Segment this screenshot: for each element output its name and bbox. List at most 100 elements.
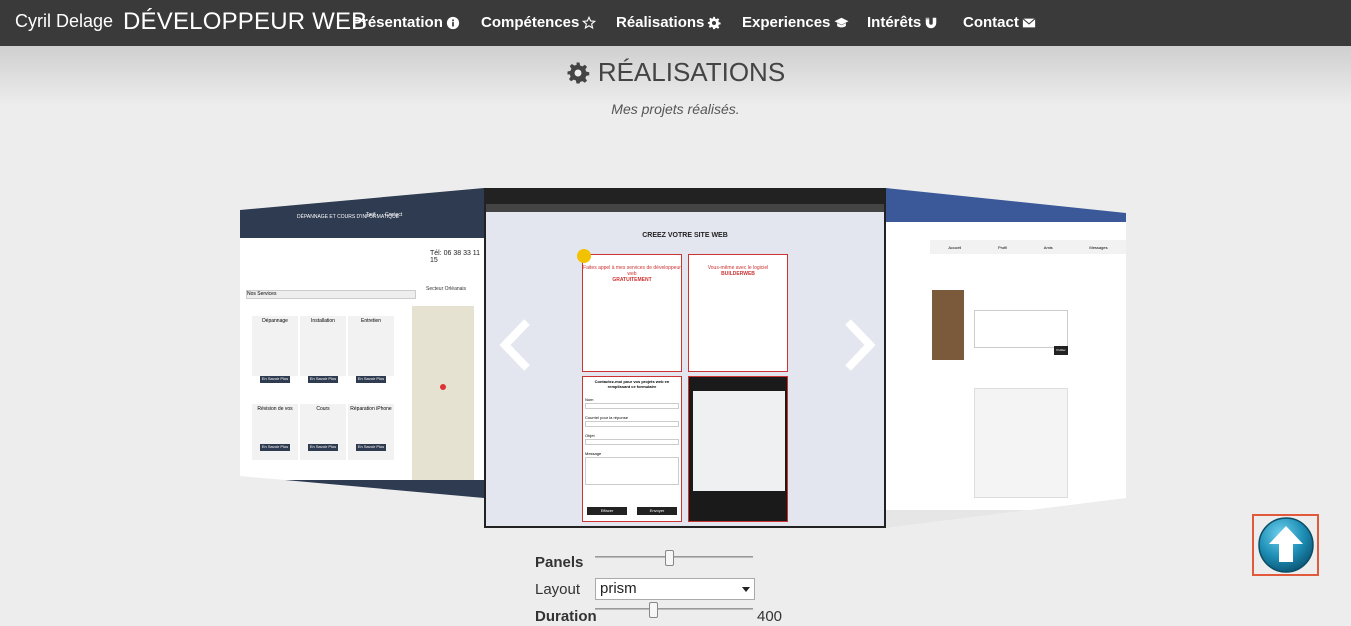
service-button[interactable]: En Savoir Plus xyxy=(356,444,386,451)
service-title: Entretien xyxy=(360,318,381,324)
form-textarea[interactable] xyxy=(585,457,679,485)
form-title: Contactez-moi pour vos projets web en re… xyxy=(594,379,670,389)
panel-left-service: Dépannage En Savoir Plus xyxy=(252,316,298,383)
scroll-top-button[interactable] xyxy=(1252,514,1319,576)
envelope-icon xyxy=(1022,17,1036,27)
panel-left-map xyxy=(412,306,474,486)
panel-left-nav-tarif: Tarif xyxy=(366,212,376,218)
form-input[interactable] xyxy=(585,403,679,409)
form-send-button[interactable]: Envoyer xyxy=(637,507,677,515)
panel-left-service: Réparation iPhone En Savoir Plus xyxy=(348,404,394,460)
carousel-prev-button[interactable] xyxy=(495,318,535,372)
panel-right-tab[interactable]: Accueil xyxy=(948,245,961,250)
card-highlight: BUILDERWEB xyxy=(721,271,755,277)
nav-item-interets[interactable]: Intérêts xyxy=(867,14,938,31)
panel-left-service: Révision de vos En Savoir Plus xyxy=(252,404,298,460)
star-icon xyxy=(582,15,597,29)
form-label: Nom xyxy=(585,397,594,402)
service-button[interactable]: En Savoir Plus xyxy=(308,376,338,383)
panel-right-navbar xyxy=(886,188,1126,222)
panel-center-screenshot xyxy=(688,376,788,522)
nav-item-competences[interactable]: Compétences xyxy=(481,14,597,31)
panel-right-publish-button[interactable]: Publier xyxy=(1054,346,1068,355)
nav-item-label: Présentation xyxy=(352,14,443,31)
chevron-right-icon xyxy=(845,319,876,371)
layout-select-value: prism xyxy=(600,580,637,597)
panel-right-tab[interactable]: Amis xyxy=(1044,245,1053,250)
slider-track xyxy=(595,608,753,610)
nav-item-realisations[interactable]: Réalisations xyxy=(616,14,721,31)
gear-icon xyxy=(567,62,590,83)
panel-right-tabs: Accueil Profil Amis Messages xyxy=(930,240,1126,254)
form-input[interactable] xyxy=(585,421,679,427)
graduation-cap-icon xyxy=(834,17,849,27)
slider-track xyxy=(595,556,753,558)
duration-label: Duration xyxy=(535,608,597,625)
carousel-panel-right[interactable]: Accueil Profil Amis Messages Publier xyxy=(886,188,1126,528)
brand-name[interactable]: Cyril Delage xyxy=(15,11,113,32)
nav-item-label: Compétences xyxy=(481,14,580,31)
service-button[interactable]: En Savoir Plus xyxy=(260,376,290,383)
service-button[interactable]: En Savoir Plus xyxy=(356,376,386,383)
nav-item-label: Intérêts xyxy=(867,14,922,31)
gear-icon xyxy=(708,16,721,29)
panel-left-services-label: Nos Services xyxy=(247,291,277,297)
panel-right-profile-photo xyxy=(932,290,964,360)
form-input[interactable] xyxy=(585,439,679,445)
panel-center-form: Contactez-moi pour vos projets web en re… xyxy=(582,376,682,522)
brand-title[interactable]: DÉVELOPPEUR WEB xyxy=(123,8,367,36)
arrow-up-circle-icon xyxy=(1257,517,1314,573)
layout-label: Layout xyxy=(535,581,581,598)
panels-slider[interactable] xyxy=(595,550,753,566)
section-title: RÉALISATIONS xyxy=(0,57,1351,88)
carousel-panel-center[interactable]: CREEZ VOTRE SITE WEB Faites appel à mes … xyxy=(484,188,886,528)
panel-right-feed xyxy=(974,388,1068,498)
duration-slider[interactable] xyxy=(595,602,753,618)
panel-right-taskbar xyxy=(886,510,1126,528)
panel-center-card: Faites appel à mes services de développe… xyxy=(577,249,682,372)
panel-center-subbar xyxy=(486,204,884,212)
form-clear-button[interactable]: Effacer xyxy=(587,507,627,515)
panel-right-tab[interactable]: Messages xyxy=(1089,245,1107,250)
service-title: Installation xyxy=(311,318,335,324)
panel-left-phone: Tél: 06 38 33 11 15 xyxy=(430,250,481,264)
service-button[interactable]: En Savoir Plus xyxy=(308,444,338,451)
card-title: Faites appel à mes services de développe… xyxy=(583,265,681,277)
service-title: Révision de vos xyxy=(257,406,293,412)
form-label: Objet xyxy=(585,433,595,438)
panel-left-sector: Secteur Orléanais xyxy=(426,286,467,292)
service-button[interactable]: En Savoir Plus xyxy=(260,444,290,451)
panel-center-heading: CREEZ VOTRE SITE WEB xyxy=(642,232,728,239)
service-title: Réparation iPhone xyxy=(350,406,392,412)
panel-right-post-box[interactable] xyxy=(974,310,1068,348)
form-label: Message xyxy=(585,451,602,456)
panel-left-footer xyxy=(240,480,484,498)
panel-left-services-bar: Nos Services xyxy=(246,290,416,299)
panel-left-service: Installation En Savoir Plus xyxy=(300,316,346,383)
layout-select[interactable]: prism xyxy=(595,578,755,600)
panel-center-navbar xyxy=(486,190,884,204)
nav-item-experiences[interactable]: Experiences xyxy=(742,14,850,31)
chevron-down-icon xyxy=(742,587,750,592)
magnet-icon xyxy=(925,17,937,28)
panel-left-service: Entretien En Savoir Plus xyxy=(348,316,394,383)
duration-value: 400 xyxy=(757,608,783,625)
section-subtitle: Mes projets réalisés. xyxy=(611,101,740,117)
nav-item-label: Experiences xyxy=(742,14,831,31)
panel-right-tab[interactable]: Profil xyxy=(998,245,1007,250)
nav-item-label: Réalisations xyxy=(616,14,705,31)
panel-left-nav-contact: Contact xyxy=(385,212,403,218)
nav-item-contact[interactable]: Contact xyxy=(963,14,1036,31)
section-title-text: RÉALISATIONS xyxy=(597,57,786,87)
slider-thumb[interactable] xyxy=(665,550,674,566)
panel-left-service: Cours En Savoir Plus xyxy=(300,404,346,460)
panel-center-body: CREEZ VOTRE SITE WEB Faites appel à mes … xyxy=(486,212,884,526)
nav-item-presentation[interactable]: Présentation xyxy=(352,14,460,31)
panel-left-nav-title: DÉPANNAGE ET COURS D'INFORMATIQUE xyxy=(297,214,400,220)
card-highlight: GRATUITEMENT xyxy=(612,277,652,283)
slider-thumb[interactable] xyxy=(649,602,658,618)
panel-left-navbar: DÉPANNAGE ET COURS D'INFORMATIQUE Tarif … xyxy=(240,188,484,238)
carousel-panel-left[interactable]: DÉPANNAGE ET COURS D'INFORMATIQUE Tarif … xyxy=(240,188,484,498)
carousel-next-button[interactable] xyxy=(840,318,880,372)
chevron-left-icon xyxy=(499,319,530,371)
